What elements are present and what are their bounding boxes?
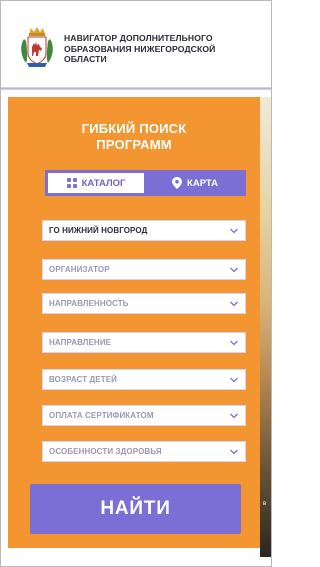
filter-certificate-payment[interactable]: ОПЛАТА СЕРТИФИКАТОМ	[42, 405, 246, 426]
tab-map-label: КАРТА	[187, 177, 218, 189]
chevron-down-icon	[230, 340, 238, 346]
filter-direction[interactable]: НАПРАВЛЕНИЕ	[42, 332, 246, 353]
filter-label: ОРГАНИЗАТОР	[49, 265, 110, 274]
filter-label: НАПРАВЛЕННОСТЬ	[49, 299, 129, 308]
search-panel-title-line: ГИБКИЙ ПОИСК	[81, 121, 187, 136]
filter-label: ОПЛАТА СЕРТИФИКАТОМ	[49, 411, 154, 420]
filter-municipality[interactable]: ГО НИЖНИЙ НОВГОРОД	[42, 220, 246, 241]
tab-catalog[interactable]: КАТАЛОГ	[48, 173, 144, 193]
hero-image	[260, 97, 271, 557]
chevron-down-icon	[230, 413, 238, 419]
tab-catalog-label: КАТАЛОГ	[81, 177, 126, 189]
chevron-down-icon	[230, 449, 238, 455]
site-title[interactable]: НАВИГАТОР ДОПОЛНИТЕЛЬНОГО ОБРАЗОВАНИЯ НИ…	[64, 33, 269, 65]
tab-map[interactable]: КАРТА	[145, 170, 245, 196]
filter-organizer[interactable]: ОРГАНИЗАТОР	[42, 259, 246, 280]
filter-focus[interactable]: НАПРАВЛЕННОСТЬ	[42, 293, 246, 314]
filter-age[interactable]: ВОЗРАСТ ДЕТЕЙ	[42, 369, 246, 390]
grid-icon	[66, 178, 77, 188]
search-panel-title: ГИБКИЙ ПОИСК ПРОГРАММ	[8, 121, 260, 153]
filter-label: ВОЗРАСТ ДЕТЕЙ	[49, 375, 118, 384]
search-panel: ГИБКИЙ ПОИСК ПРОГРАММ КАТАЛОГ КАРТА ГО Н…	[8, 97, 260, 548]
chevron-down-icon	[230, 377, 238, 383]
filter-health-features[interactable]: ОСОБЕННОСТИ ЗДОРОВЬЯ	[42, 441, 246, 462]
site-title-line: ОБРАЗОВАНИЯ НИЖЕГОРОДСКОЙ	[64, 43, 216, 54]
filter-label: ГО НИЖНИЙ НОВГОРОД	[49, 226, 148, 235]
filter-label: ОСОБЕННОСТИ ЗДОРОВЬЯ	[49, 447, 162, 456]
chevron-down-icon	[230, 267, 238, 273]
chevron-down-icon	[230, 301, 238, 307]
header-divider	[1, 87, 271, 90]
view-toggle: КАТАЛОГ КАРТА	[45, 170, 246, 196]
site-title-line: ОБЛАСТИ	[64, 54, 107, 64]
search-panel-title-line: ПРОГРАММ	[96, 137, 172, 152]
hero-caption: в	[263, 501, 267, 507]
find-button[interactable]: НАЙТИ	[30, 484, 241, 534]
map-pin-icon	[172, 177, 183, 189]
coat-of-arms-icon[interactable]	[18, 25, 56, 69]
site-title-line: НАВИГАТОР ДОПОЛНИТЕЛЬНОГО	[64, 33, 213, 43]
page-frame: НАВИГАТОР ДОПОЛНИТЕЛЬНОГО ОБРАЗОВАНИЯ НИ…	[0, 0, 272, 567]
site-header: НАВИГАТОР ДОПОЛНИТЕЛЬНОГО ОБРАЗОВАНИЯ НИ…	[1, 1, 271, 90]
filter-label: НАПРАВЛЕНИЕ	[49, 338, 112, 347]
chevron-down-icon	[230, 228, 238, 234]
